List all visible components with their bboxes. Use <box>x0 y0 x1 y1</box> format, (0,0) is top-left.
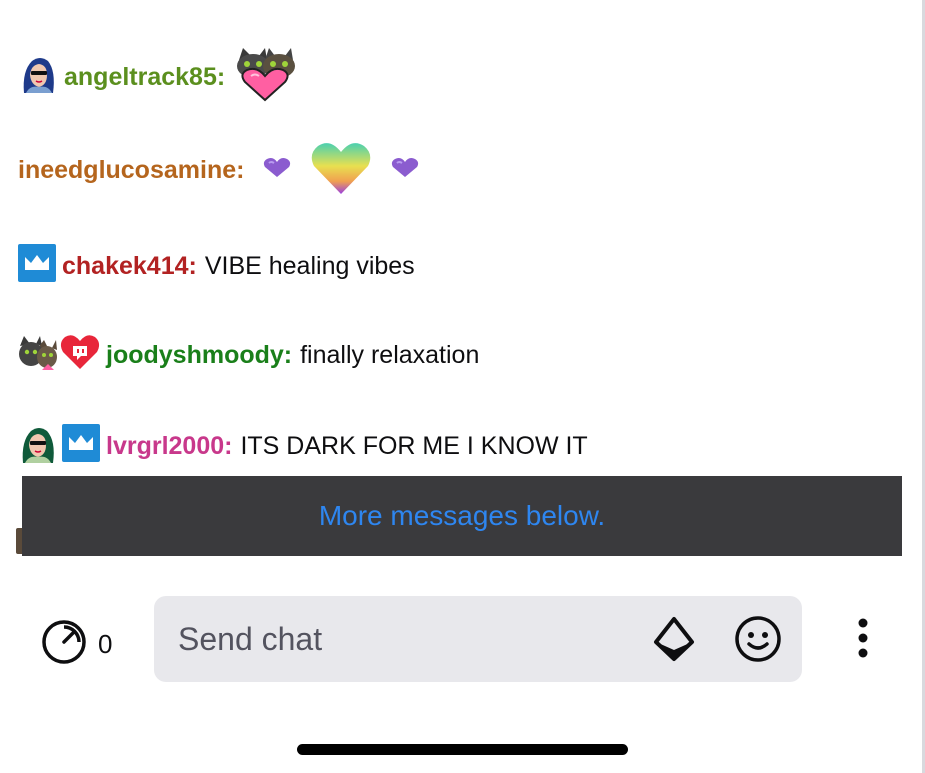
chat-username[interactable]: angeltrack85: <box>64 63 225 92</box>
chat-message-text: VIBE healing vibes <box>204 252 415 280</box>
chat-input[interactable] <box>154 596 648 682</box>
avatar-badge-icon <box>18 53 58 102</box>
chat-message-list[interactable]: angeltrack85: ineedglucosamine: chakek41… <box>0 0 920 560</box>
channel-points-button[interactable]: 0 <box>40 618 112 671</box>
chat-username[interactable]: joodyshmoody: <box>106 341 292 370</box>
chat-message: lvrgrl2000: ITS DARK FOR ME I KNOW IT <box>18 423 588 470</box>
chat-message: joodyshmoody: finally relaxation <box>18 332 479 379</box>
more-messages-banner[interactable]: More messages below. <box>22 476 902 556</box>
chat-message: ineedglucosamine: <box>18 138 430 203</box>
chat-message-text: ITS DARK FOR ME I KNOW IT <box>240 432 588 460</box>
rainbow-heart-emote-icon <box>310 138 372 203</box>
bits-icon[interactable] <box>652 616 696 662</box>
chat-message: chakek414: VIBE healing vibes <box>18 244 415 289</box>
cats-badge-icon <box>18 332 58 379</box>
chat-input-container <box>154 596 802 682</box>
chat-username[interactable]: ineedglucosamine: <box>18 156 244 185</box>
more-messages-label: More messages below. <box>318 500 606 531</box>
chat-username[interactable]: chakek414: <box>62 252 197 281</box>
chat-username[interactable]: lvrgrl2000: <box>106 432 232 461</box>
purple-heart-emote-icon <box>262 155 292 186</box>
chat-message: angeltrack85: <box>18 46 307 109</box>
home-indicator[interactable] <box>297 744 628 755</box>
chat-message-text: finally relaxation <box>300 341 480 369</box>
emote-picker-icon[interactable] <box>734 615 782 663</box>
channel-points-icon <box>40 618 88 671</box>
channel-points-count: 0 <box>98 629 113 659</box>
chat-panel: angeltrack85: ineedglucosamine: chakek41… <box>0 0 925 773</box>
subscriber-crown-badge-icon <box>18 244 56 289</box>
vertical-more-icon[interactable] <box>850 615 876 661</box>
avatar-badge-icon <box>18 423 58 470</box>
purple-heart-emote-icon <box>390 155 420 186</box>
heart-badge-icon <box>60 333 100 378</box>
cats-heart-emote-icon <box>233 46 297 109</box>
subscriber-crown-badge-icon <box>62 424 100 469</box>
chat-composer: 0 <box>0 590 920 690</box>
